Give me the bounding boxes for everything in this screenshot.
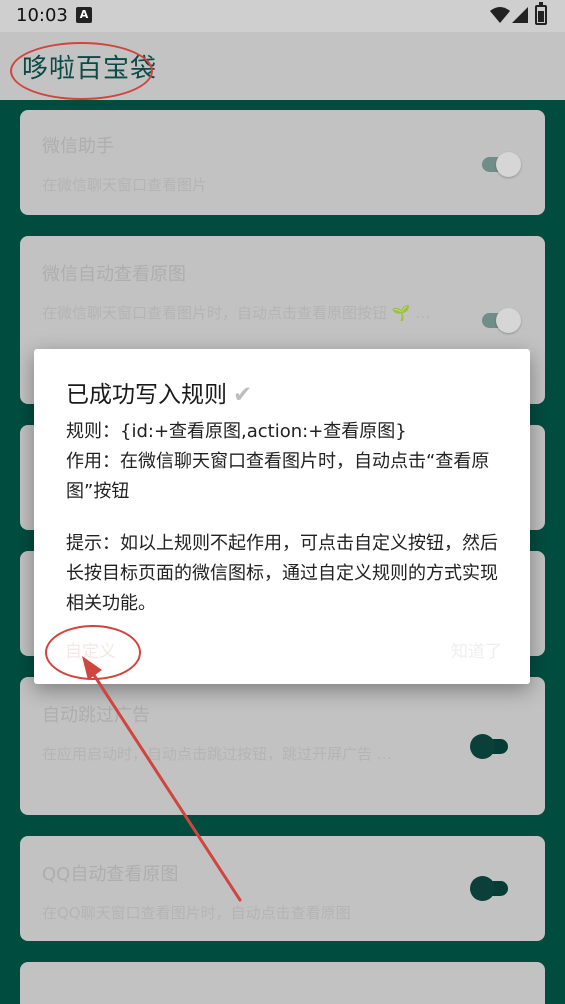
battery-icon: [535, 2, 547, 25]
toggle-thumb: [496, 152, 521, 177]
card-title: 自动跳过广告: [42, 705, 150, 726]
notification-icon: A: [76, 7, 92, 23]
card-title: 微信自动查看原图: [42, 264, 186, 285]
annotation-circle-custom: [45, 625, 141, 680]
dialog-title-text: 已成功写入规则: [66, 382, 227, 408]
feature-toggle[interactable]: [480, 306, 522, 334]
app-bar: 哆啦百宝袋: [0, 32, 565, 100]
feature-toggle[interactable]: [470, 874, 512, 902]
tip-line: 提示：如以上规则不起作用，可点击自定义按钮，然后长按目标页面的微信图标，通过自定…: [66, 533, 498, 614]
feature-toggle[interactable]: [470, 732, 512, 760]
card-description: 在QQ聊天窗口查看图片时，自动点击查看原图: [42, 904, 351, 922]
feature-toggle[interactable]: [480, 150, 522, 178]
feature-card[interactable]: QQ自动查看原图 在QQ聊天窗口查看图片时，自动点击查看原图: [20, 836, 545, 941]
rule-line: 规则：{id:+查看原图,action:+查看原图}: [66, 421, 407, 442]
toggle-thumb: [470, 734, 495, 759]
toggle-thumb: [470, 876, 495, 901]
check-mark-icon: ✔: [233, 382, 253, 408]
signal-icon: [512, 7, 528, 23]
card-description: 在微信聊天窗口查看图片: [42, 176, 208, 194]
card-description: 在应用启动时，自动点击跳过按钮，跳过开屏广告 …: [42, 745, 392, 763]
dialog-body: 规则：{id:+查看原图,action:+查看原图} 作用：在微信聊天窗口查看图…: [66, 417, 506, 619]
dialog-title: 已成功写入规则 ✔: [66, 375, 252, 409]
effect-line: 作用：在微信聊天窗口查看图片时，自动点击“查看原图”按钮: [66, 451, 490, 502]
feature-card[interactable]: [20, 962, 545, 1004]
feature-card[interactable]: 微信助手 在微信聊天窗口查看图片: [20, 110, 545, 215]
card-description: 在微信聊天窗口查看图片时，自动点击查看原图按钮 🌱 …: [42, 304, 431, 322]
card-title: 微信助手: [42, 136, 114, 157]
status-bar: 10:03 A: [0, 0, 565, 32]
card-title: QQ自动查看原图: [42, 864, 179, 885]
annotation-circle-title: [10, 42, 153, 100]
wifi-icon: [490, 7, 510, 23]
status-time: 10:03: [16, 5, 68, 26]
got-it-button[interactable]: 知道了: [451, 637, 502, 662]
toggle-thumb: [496, 308, 521, 333]
screen: 10:03 A 哆啦百宝袋 微信助手 在微信聊天窗口查看图片 微信自动查看原图 …: [0, 0, 565, 1004]
feature-card[interactable]: 自动跳过广告 在应用启动时，自动点击跳过按钮，跳过开屏广告 …: [20, 677, 545, 815]
